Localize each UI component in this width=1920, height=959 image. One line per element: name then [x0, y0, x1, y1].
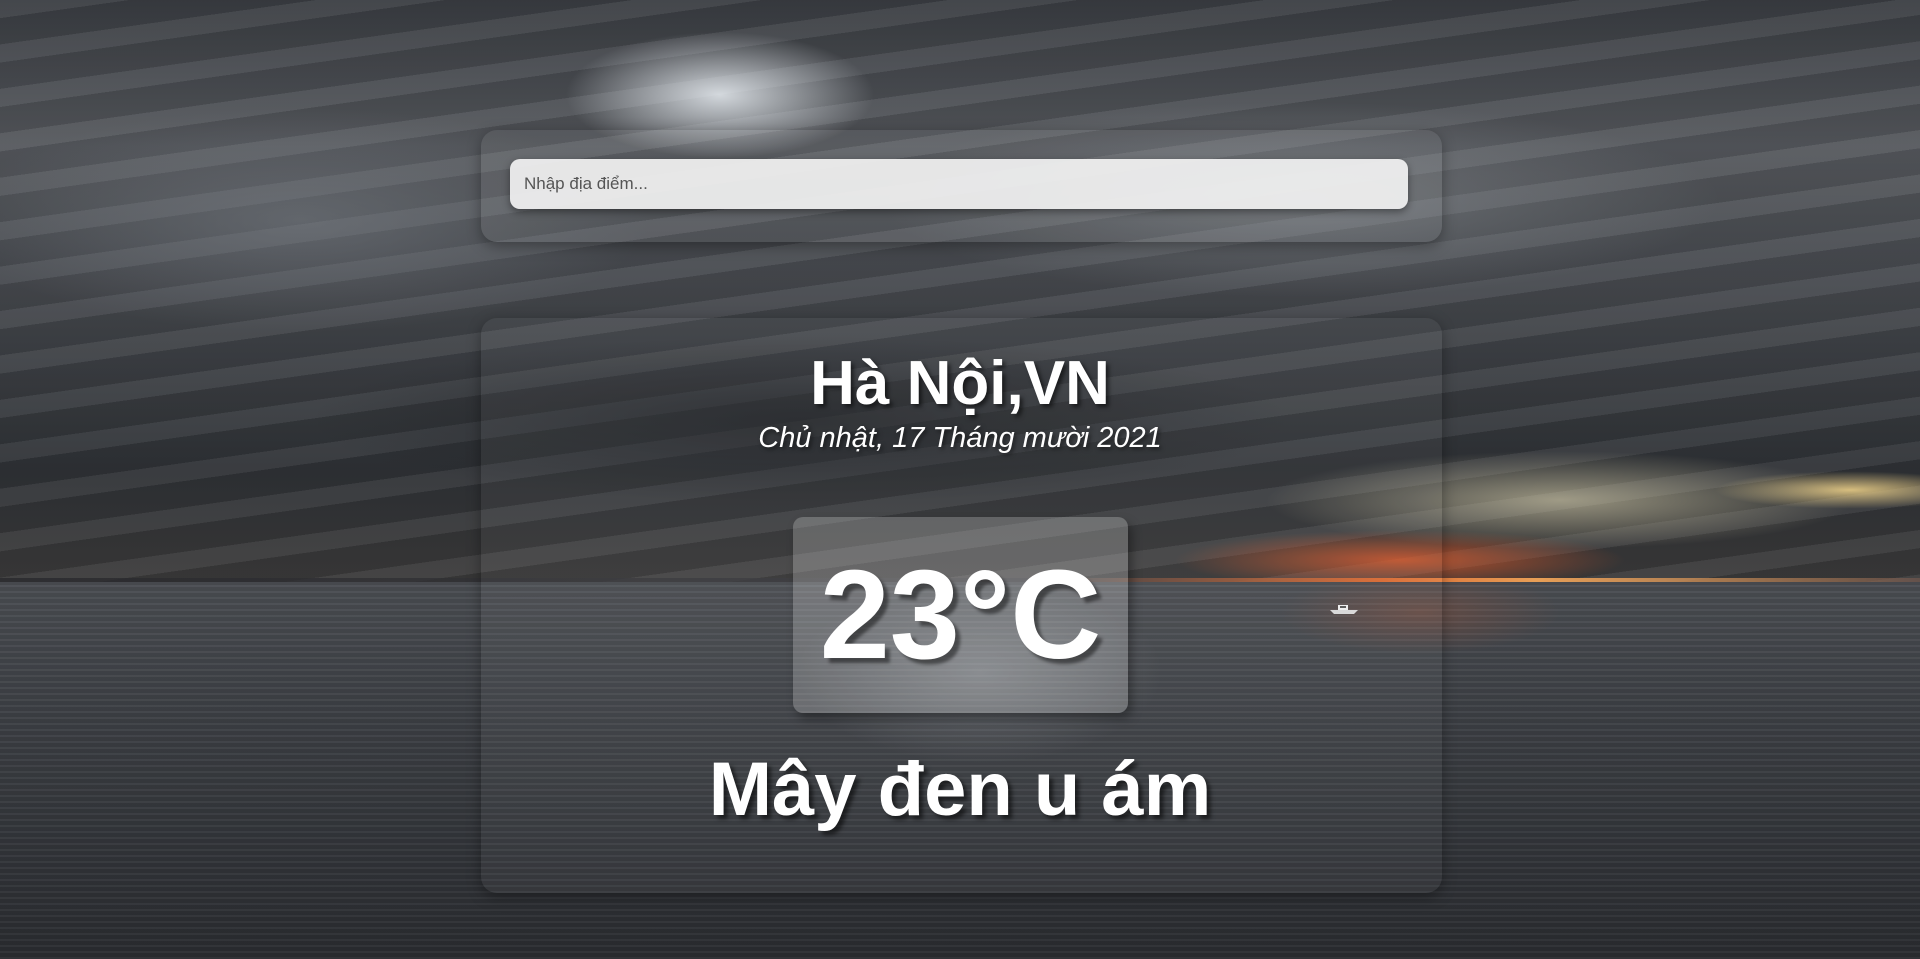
- weather-description: Mây đen u ám: [708, 747, 1212, 832]
- search-panel: [481, 130, 1442, 242]
- temperature-value: 23°C: [819, 544, 1102, 685]
- current-date: Chủ nhật, 17 Tháng mười 2021: [758, 422, 1162, 454]
- location-search-input[interactable]: [510, 159, 1408, 209]
- temperature-box: 23°C: [793, 517, 1128, 713]
- location-title: Hà Nội,VN: [810, 349, 1110, 418]
